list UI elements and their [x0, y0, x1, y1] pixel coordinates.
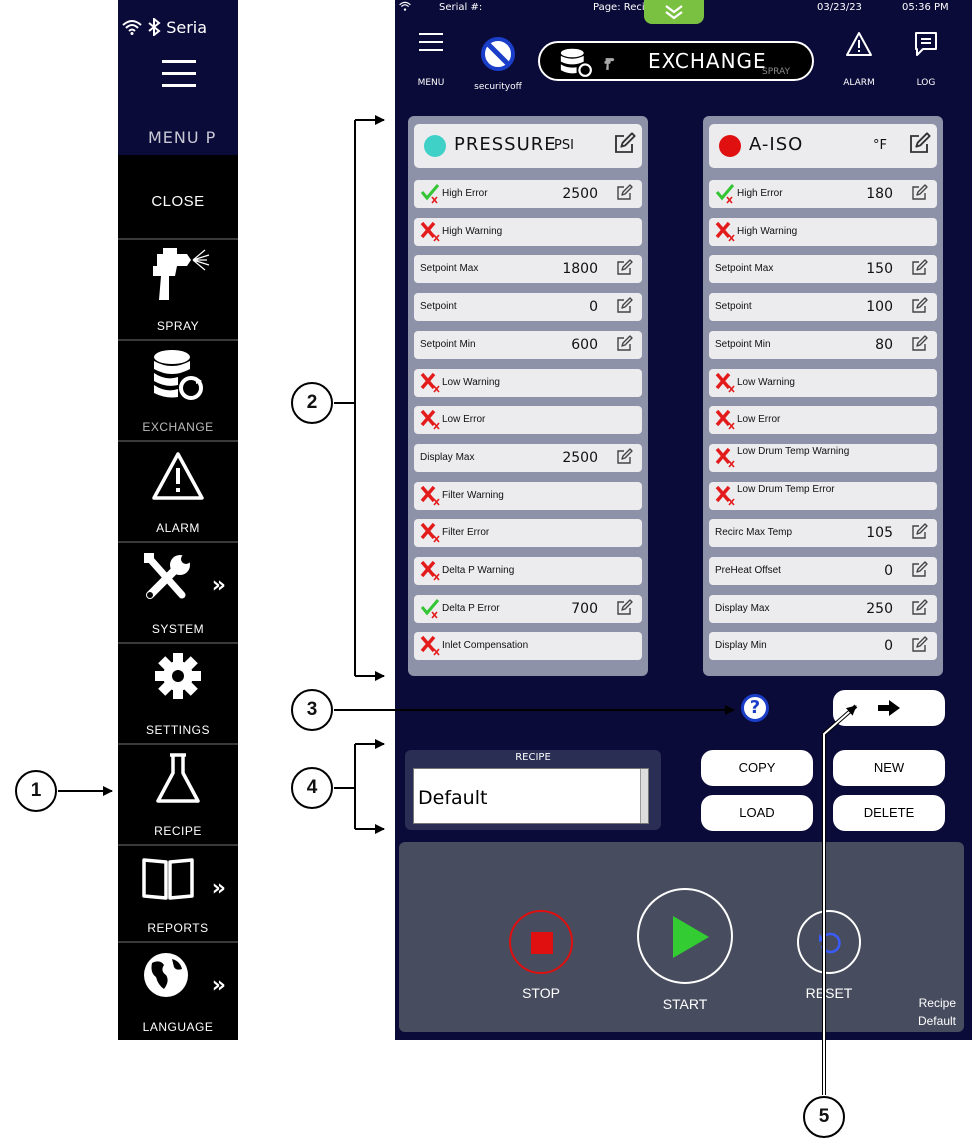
callout-5-outline	[822, 704, 858, 1095]
callout-2-bracket	[334, 120, 356, 676]
callout-1: 1	[15, 770, 57, 812]
callout-4: 4	[291, 767, 333, 809]
callout-2: 2	[291, 382, 333, 424]
callout-5: 5	[803, 1096, 845, 1138]
callout-3: 3	[291, 689, 333, 731]
annotation-overlay	[58, 115, 858, 1095]
callout-4-bracket	[334, 744, 356, 829]
callout-5-arrow	[823, 705, 857, 1095]
